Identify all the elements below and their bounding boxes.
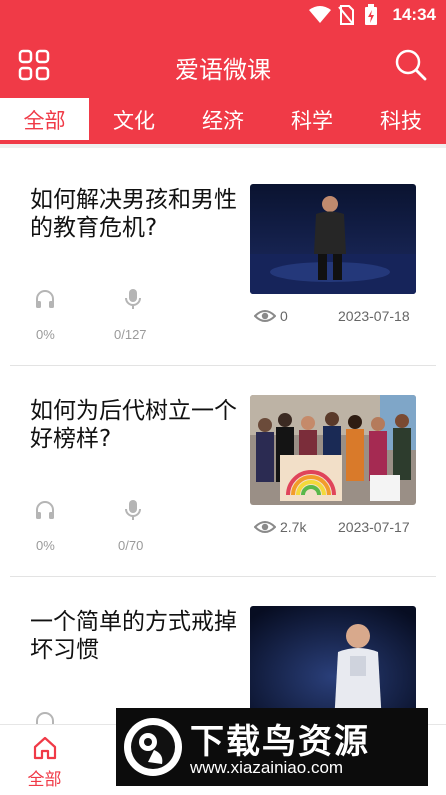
headphones-icon [36,290,54,308]
listen-progress: 0% [36,327,55,342]
tab-technology[interactable]: 科技 [361,98,441,144]
microphone-icon [125,289,141,309]
course-thumbnail[interactable] [250,606,416,724]
tab-science[interactable]: 科学 [272,98,352,144]
listen-progress: 0% [36,538,55,553]
app-bar: 爱语微课 [0,32,446,98]
tab-economy[interactable]: 经济 [183,98,263,144]
search-icon[interactable] [394,48,428,82]
app-title: 爱语微课 [175,56,271,84]
nav-item-all[interactable]: 全部 [0,725,89,795]
card-divider [10,365,436,366]
eye-icon [254,310,276,322]
view-count: 0 [280,308,288,324]
card-divider [10,576,436,577]
watermark-title: 下载鸟资源 [190,722,370,762]
headphones-icon [36,501,54,519]
course-title: 一个简单的方式戒掉坏习惯 [30,609,237,663]
course-card[interactable]: 一个简单的方式戒掉坏习惯 [10,606,436,724]
watermark-logo [124,718,182,776]
watermark-banner: 下载鸟资源 www.xiazainiao.com [116,708,428,786]
eye-icon [254,521,276,533]
publish-date: 2023-07-18 [338,308,410,324]
nav-label: 全部 [27,770,62,790]
wifi-icon [309,6,331,23]
divider [0,144,446,148]
tab-culture[interactable]: 文化 [94,98,174,144]
record-progress: 0/127 [114,327,147,342]
battery-charging-icon [365,4,377,25]
headphones-icon [36,712,54,724]
status-bar: 14:34 [0,0,446,32]
no-sim-icon [338,5,354,25]
status-time: 14:34 [392,5,436,24]
course-thumbnail[interactable] [250,395,416,505]
course-title: 如何解决男孩和男性的教育危机? [30,187,237,241]
tab-all[interactable]: 全部 [0,98,89,144]
category-tabs: 全部 文化 经济 科学 科技 [0,98,446,144]
course-card[interactable]: 如何为后代树立一个好榜样? 0% 0/70 2.7k 2023-07-17 [10,395,436,577]
publish-date: 2023-07-17 [338,519,410,535]
course-thumbnail[interactable] [250,184,416,294]
home-icon [33,736,57,760]
view-count: 2.7k [280,519,307,535]
microphone-icon [125,500,141,520]
course-title: 如何为后代树立一个好榜样? [30,398,237,452]
watermark-url: www.xiazainiao.com [190,758,344,777]
record-progress: 0/70 [118,538,144,553]
course-card[interactable]: 如何解决男孩和男性的教育危机? 0% 0/127 0 2023-07-18 [10,184,436,366]
